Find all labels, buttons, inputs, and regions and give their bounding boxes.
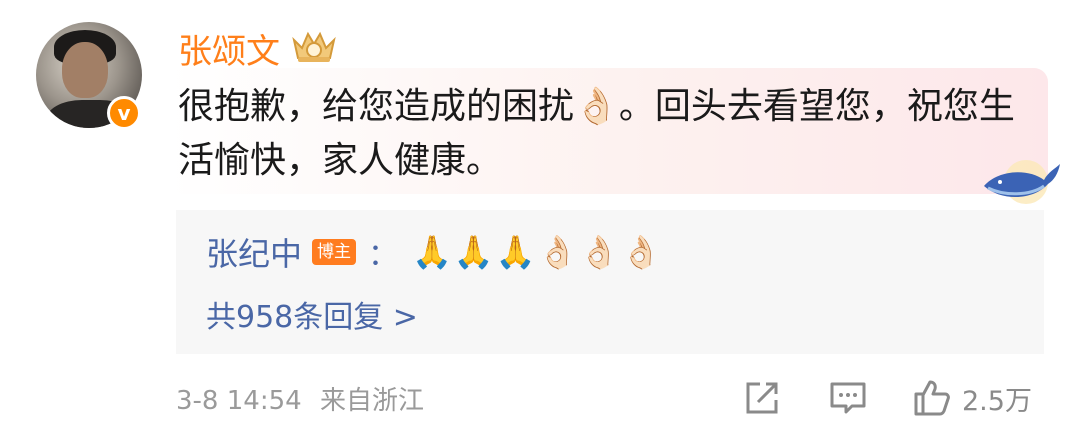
thumbs-up-icon xyxy=(914,380,950,416)
view-replies-link[interactable]: 共958条回复 > xyxy=(206,292,418,336)
comment-meta: 3-8 14:54 来自浙江 xyxy=(176,380,424,417)
comment-date: 3-8 14:54 xyxy=(176,386,302,416)
comment-card: v 张颂文 很抱歉，给您造成的困扰👌🏻。回头去看望您，祝您生活愉快，家人健康。 … xyxy=(0,0,1080,425)
verified-badge-icon: v xyxy=(107,96,141,130)
comment-button[interactable] xyxy=(828,378,868,418)
reply-preview[interactable]: 张纪中 博主 ： 🙏🙏🙏👌🏻👌🏻👌🏻 共958条回复 > xyxy=(176,210,1044,354)
like-count: 2.5万 xyxy=(962,385,1032,417)
reply-emojis: 🙏🙏🙏👌🏻👌🏻👌🏻 xyxy=(412,233,664,271)
comment-text: 很抱歉，给您造成的困扰👌🏻。回头去看望您，祝您生活愉快，家人健康。 xyxy=(178,86,1015,181)
username[interactable]: 张颂文 xyxy=(178,24,280,73)
comment-icon xyxy=(830,382,866,414)
reply-colon: ： xyxy=(368,238,399,273)
crown-icon[interactable] xyxy=(290,26,338,64)
replier-name[interactable]: 张纪中 xyxy=(206,229,302,275)
like-button[interactable]: 2.5万 xyxy=(912,378,1032,418)
author-badge: 博主 xyxy=(312,239,357,265)
whale-decoration-icon xyxy=(984,160,1060,204)
share-icon xyxy=(746,382,778,414)
comment-location: 来自浙江 xyxy=(319,386,424,416)
reply-line: 张纪中 博主 ： 🙏🙏🙏👌🏻👌🏻👌🏻 xyxy=(206,230,663,274)
share-button[interactable] xyxy=(742,378,782,418)
